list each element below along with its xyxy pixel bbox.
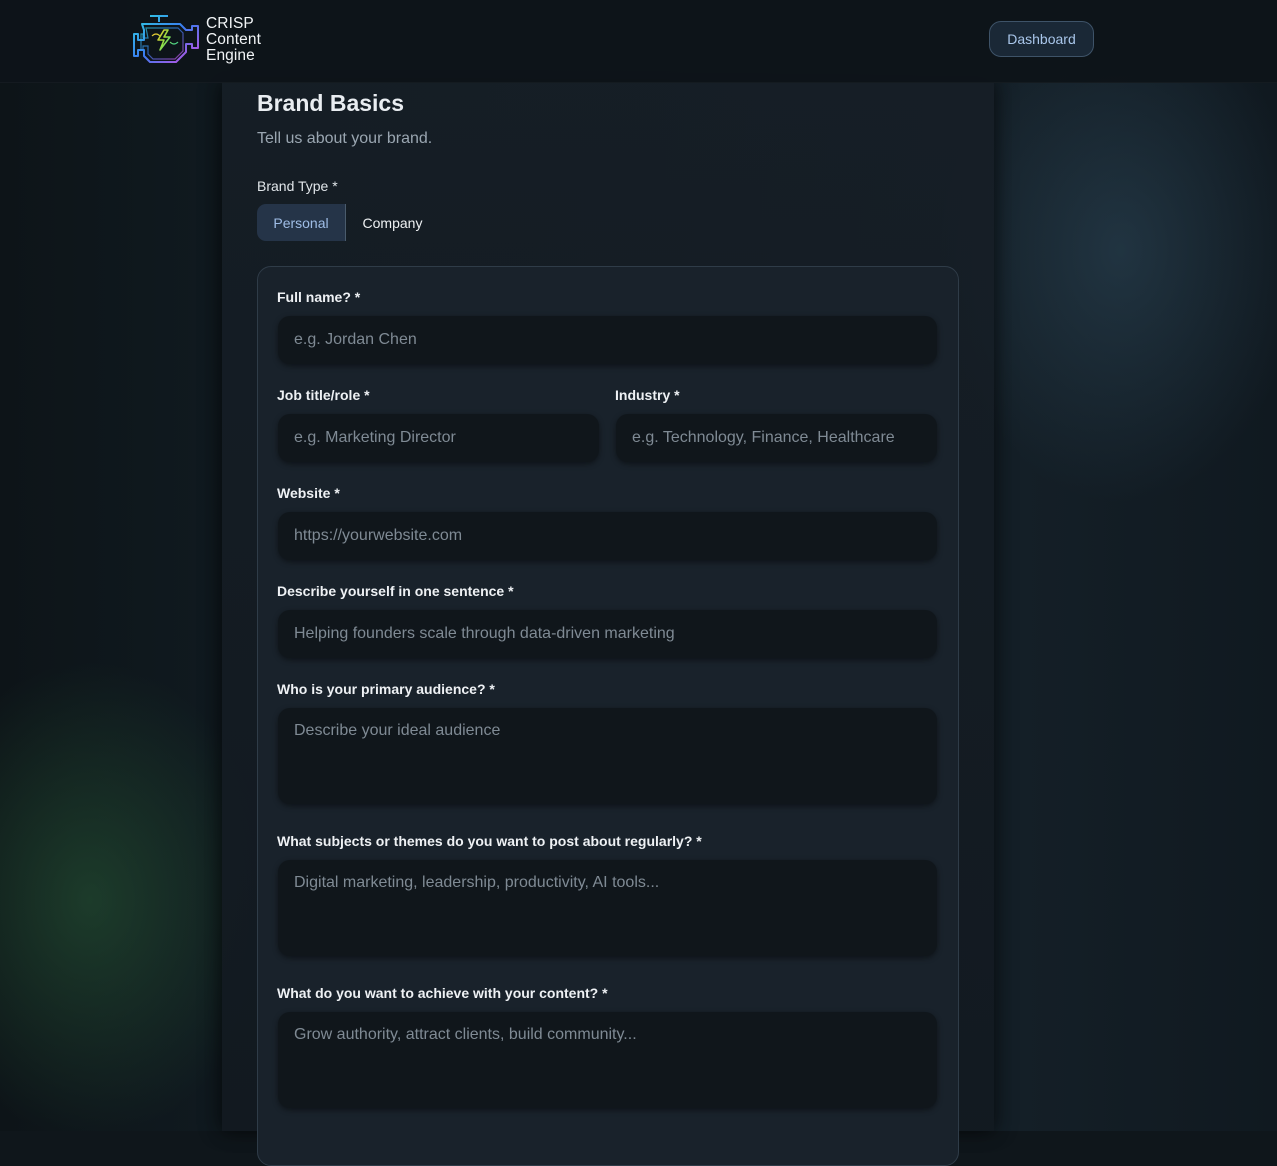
goals-textarea[interactable] [278,1012,937,1108]
job-title-label: Job title/role * [277,387,370,403]
goals-label: What do you want to achieve with your co… [277,985,608,1001]
page-title: Brand Basics [257,90,405,116]
industry-label: Industry * [615,387,680,403]
website-input[interactable] [278,512,937,560]
full-name-input[interactable] [278,316,937,364]
themes-label: What subjects or themes do you want to p… [277,833,702,849]
brand-type-label: Brand Type * [257,178,338,194]
page-subtitle: Tell us about your brand. [257,130,433,147]
audience-label: Who is your primary audience? * [277,681,495,697]
website-label: Website * [277,485,340,501]
themes-textarea[interactable] [278,860,937,956]
job-title-input[interactable] [278,414,599,462]
logo[interactable]: CRISP Content Engine [130,12,261,68]
one-sentence-label: Describe yourself in one sentence * [277,583,514,599]
full-name-label: Full name? * [277,289,361,305]
logo-line-2: Content [206,31,261,48]
logo-wordmark: CRISP Content Engine [206,16,261,64]
logo-line-3: Engine [206,47,255,64]
audience-textarea[interactable] [278,708,937,804]
brand-type-toggle: Personal Company [257,204,439,241]
engine-logo-icon [133,15,199,63]
dashboard-button[interactable]: Dashboard [989,21,1094,57]
one-sentence-input[interactable] [278,610,937,658]
logo-line-1: CRISP [206,15,254,32]
brand-type-company-option[interactable]: Company [346,204,439,241]
industry-input[interactable] [616,414,937,462]
top-header: CRISP Content Engine Dashboard [0,0,1277,83]
brand-type-personal-option[interactable]: Personal [257,204,346,241]
